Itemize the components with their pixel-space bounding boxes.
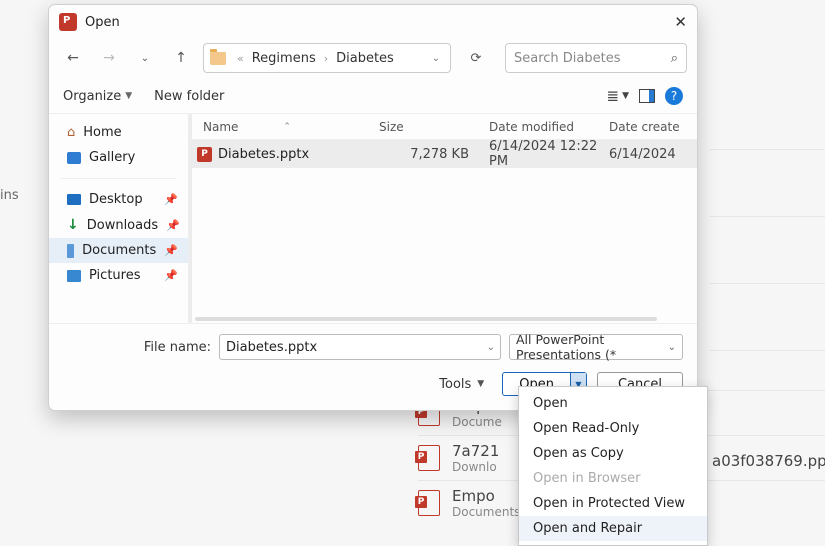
pin-icon: 📌: [164, 244, 178, 257]
up-button[interactable]: ↑: [167, 44, 195, 72]
breadcrumb-parent[interactable]: Regimens: [249, 49, 319, 68]
file-row[interactable]: P Diabetes.pptx 7,278 KB 6/14/2024 12:22…: [189, 140, 697, 168]
bg-item-path: Docume: [452, 415, 502, 429]
close-button[interactable]: ✕: [674, 13, 687, 31]
sidebar-item-pictures[interactable]: Pictures 📌: [49, 263, 188, 288]
breadcrumb-current[interactable]: Diabetes: [333, 49, 397, 68]
filetype-select[interactable]: All PowerPoint Presentations (* ⌄: [509, 334, 683, 360]
bg-text-fragment: ins: [0, 188, 19, 203]
nav-toolbar: ← → ⌄ ↑ « Regimens › Diabetes ⌄ ⟳ Search…: [49, 39, 697, 83]
menu-open[interactable]: Open: [519, 391, 707, 416]
filename-input[interactable]: Diabetes.pptx ⌄: [219, 334, 501, 360]
file-name: Diabetes.pptx: [218, 147, 309, 162]
bg-divider: [710, 149, 825, 150]
sidebar-item-home[interactable]: ⌂ Home: [49, 120, 188, 145]
bg-divider: [710, 283, 825, 284]
sidebar-item-label: Desktop: [89, 192, 143, 207]
folder-icon: [210, 52, 226, 65]
filename-label: File name:: [63, 340, 211, 355]
organize-label: Organize: [63, 89, 121, 104]
bg-item-path: Downlo: [452, 460, 499, 474]
breadcrumb-overflow[interactable]: «: [237, 52, 244, 65]
chevron-right-icon[interactable]: ›: [324, 52, 328, 65]
document-icon: [67, 244, 74, 258]
address-bar[interactable]: « Regimens › Diabetes ⌄: [203, 43, 451, 73]
bg-divider: [710, 350, 825, 351]
powerpoint-file-icon: [418, 445, 440, 471]
column-size[interactable]: Size: [379, 120, 489, 134]
sidebar-item-label: Gallery: [89, 150, 135, 165]
powerpoint-file-icon: [418, 490, 440, 516]
help-button[interactable]: ?: [665, 87, 683, 105]
dialog-title: Open: [85, 15, 120, 30]
tools-menu[interactable]: Tools ▼: [439, 377, 484, 392]
sidebar-item-documents[interactable]: Documents 📌: [49, 238, 188, 263]
search-icon: ⌕: [671, 51, 678, 66]
sidebar-item-gallery[interactable]: Gallery: [49, 145, 188, 170]
caret-down-icon: ▼: [477, 379, 484, 389]
column-headers: Name⌃ Size Date modified Date create: [189, 114, 697, 140]
navigation-sidebar: ⌂ Home Gallery Desktop 📌 ↓ Downloads 📌 D…: [49, 114, 189, 323]
caret-down-icon: ▼: [125, 91, 132, 101]
address-dropdown[interactable]: ⌄: [428, 53, 444, 64]
file-created: 6/14/2024: [609, 147, 697, 162]
organize-menu[interactable]: Organize ▼: [63, 89, 132, 104]
sidebar-item-label: Home: [83, 125, 121, 140]
column-created[interactable]: Date create: [609, 120, 697, 134]
titlebar: Open ✕: [49, 5, 697, 39]
menu-open-as-copy[interactable]: Open as Copy: [519, 441, 707, 466]
back-button[interactable]: ←: [59, 44, 87, 72]
forward-button[interactable]: →: [95, 44, 123, 72]
bg-item-title: 7a721: [452, 442, 499, 460]
horizontal-scrollbar[interactable]: [195, 317, 657, 321]
download-icon: ↓: [67, 217, 79, 233]
refresh-button[interactable]: ⟳: [461, 43, 491, 73]
home-icon: ⌂: [67, 125, 75, 140]
file-list: Name⌃ Size Date modified Date create P D…: [189, 114, 697, 323]
powerpoint-app-icon: [59, 13, 77, 31]
open-file-dialog: Open ✕ ← → ⌄ ↑ « Regimens › Diabetes ⌄ ⟳…: [48, 4, 698, 411]
menu-open-read-only[interactable]: Open Read-Only: [519, 416, 707, 441]
pin-icon: 📌: [164, 269, 178, 282]
recent-locations-button[interactable]: ⌄: [131, 44, 159, 72]
view-options-button[interactable]: ≣ ▼: [607, 87, 630, 105]
sidebar-separator: [61, 178, 176, 179]
command-bar: Organize ▼ New folder ≣ ▼ ?: [49, 83, 697, 113]
column-modified[interactable]: Date modified: [489, 120, 609, 134]
sidebar-item-label: Documents: [82, 243, 156, 258]
tools-label: Tools: [439, 377, 471, 392]
sidebar-item-label: Downloads: [87, 218, 158, 233]
bg-divider: [710, 216, 825, 217]
sidebar-item-downloads[interactable]: ↓ Downloads 📌: [49, 212, 188, 238]
search-placeholder: Search Diabetes: [514, 51, 621, 66]
filename-value: Diabetes.pptx: [226, 340, 317, 355]
preview-pane-button[interactable]: [639, 89, 655, 103]
powerpoint-file-icon: P: [197, 147, 212, 162]
pin-icon: 📌: [166, 219, 180, 232]
menu-open-in-browser: Open in Browser: [519, 466, 707, 491]
menu-open-protected-view[interactable]: Open in Protected View: [519, 491, 707, 516]
pin-icon: 📌: [164, 193, 178, 206]
column-name[interactable]: Name⌃: [203, 120, 379, 134]
open-button-menu: Open Open Read-Only Open as Copy Open in…: [518, 386, 708, 546]
new-folder-button[interactable]: New folder: [154, 89, 224, 104]
chevron-down-icon: ⌄: [668, 342, 676, 353]
desktop-icon: [67, 194, 81, 205]
search-input[interactable]: Search Diabetes ⌕: [505, 43, 687, 73]
filetype-value: All PowerPoint Presentations (*: [516, 332, 668, 362]
gallery-icon: [67, 152, 81, 164]
file-modified: 6/14/2024 12:22 PM: [489, 139, 609, 169]
sidebar-item-label: Pictures: [89, 268, 140, 283]
sidebar-item-desktop[interactable]: Desktop 📌: [49, 187, 188, 212]
menu-open-and-repair[interactable]: Open and Repair: [519, 516, 707, 541]
file-size: 7,278 KB: [379, 147, 489, 162]
filename-history-dropdown[interactable]: ⌄: [487, 342, 495, 353]
sort-indicator-icon: ⌃: [283, 122, 291, 132]
pictures-icon: [67, 270, 81, 282]
